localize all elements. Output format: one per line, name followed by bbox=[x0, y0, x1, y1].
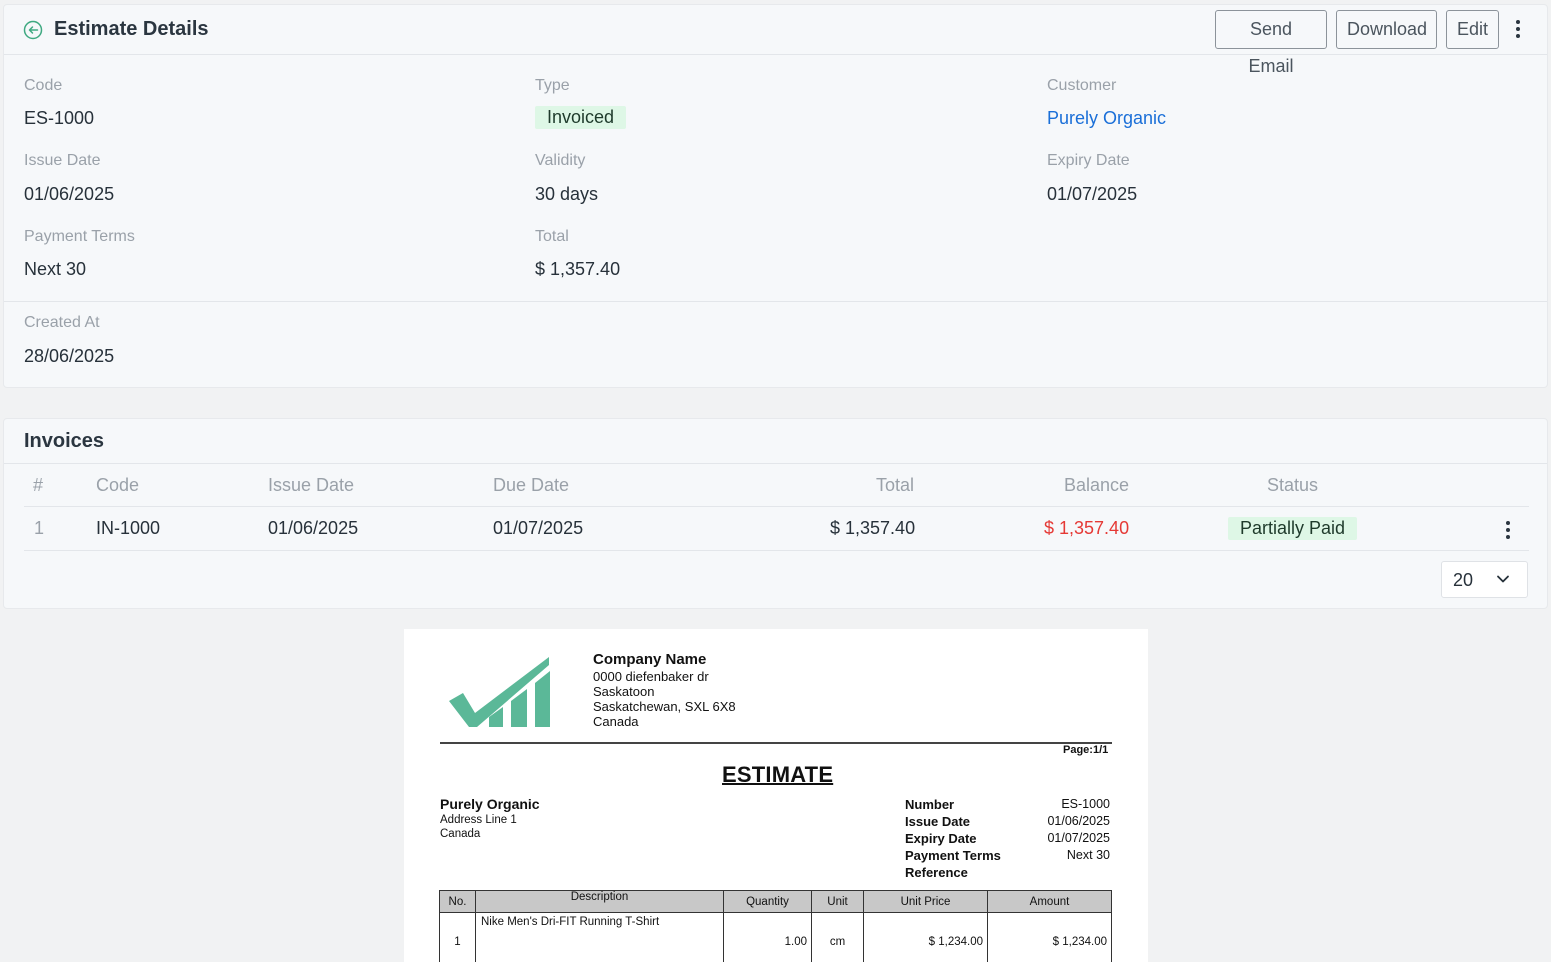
column-header-issue-date: Issue Date bbox=[268, 475, 355, 495]
edit-button[interactable]: Edit bbox=[1446, 10, 1499, 49]
company-address-line: Saskatchewan, SXL 6X8 bbox=[593, 699, 736, 714]
validity-value: 30 days bbox=[535, 184, 599, 204]
customer-label: Customer bbox=[1047, 77, 1117, 94]
meta-issue-date-value: 01/06/2025 bbox=[1047, 814, 1110, 828]
details-header: Estimate Details Send Email Download Edi… bbox=[4, 5, 1547, 76]
expiry-date-value: 01/07/2025 bbox=[1047, 184, 1138, 204]
meta-issue-date-label: Issue Date bbox=[905, 814, 971, 829]
items-header-amount: Amount bbox=[987, 890, 1112, 913]
item-no: 1 bbox=[439, 912, 476, 962]
item-quantity: 1.00 bbox=[723, 912, 812, 962]
bill-to-line: Canada bbox=[440, 828, 481, 840]
invoice-balance: $ 1,357.40 bbox=[1044, 518, 1130, 538]
items-header-description: Description bbox=[475, 890, 724, 913]
items-header-quantity: Quantity bbox=[723, 890, 812, 913]
more-options-icon[interactable] bbox=[1508, 17, 1528, 41]
invoices-card: Invoices # Code Issue Date Due Date Tota… bbox=[3, 418, 1548, 609]
meta-number-label: Number bbox=[905, 797, 955, 812]
row-divider bbox=[24, 550, 1529, 551]
invoices-title: Invoices bbox=[24, 430, 105, 452]
invoice-total: $ 1,357.40 bbox=[830, 518, 916, 538]
meta-payment-terms-label: Payment Terms bbox=[905, 848, 1001, 863]
estimate-details-card: Estimate Details Send Email Download Edi… bbox=[3, 4, 1548, 388]
invoice-due-date: 01/07/2025 bbox=[493, 518, 584, 538]
status-badge: Partially Paid bbox=[1228, 517, 1358, 540]
type-badge: Invoiced bbox=[535, 106, 627, 129]
column-header-due-date: Due Date bbox=[493, 475, 570, 495]
created-at-value: 28/06/2025 bbox=[24, 346, 115, 366]
back-arrow-icon[interactable] bbox=[23, 20, 43, 40]
column-header-balance: Balance bbox=[1064, 475, 1130, 495]
page-size-value: 20 bbox=[1453, 570, 1474, 590]
row-more-options-icon[interactable] bbox=[1498, 518, 1518, 542]
meta-reference-label: Reference bbox=[905, 865, 968, 880]
meta-payment-terms-value: Next 30 bbox=[1066, 848, 1110, 862]
items-header-unit-price: Unit Price bbox=[863, 890, 988, 913]
row-number: 1 bbox=[34, 518, 45, 538]
page-size-select[interactable]: 20 bbox=[1441, 561, 1528, 598]
invoices-header-divider bbox=[4, 463, 1547, 464]
code-label: Code bbox=[24, 77, 63, 94]
column-header-status: Status bbox=[1267, 475, 1319, 495]
estimate-document-preview: Company Name 0000 diefenbaker dr Saskato… bbox=[404, 629, 1148, 962]
column-header-code: Code bbox=[96, 475, 140, 495]
meta-expiry-date-label: Expiry Date bbox=[905, 831, 977, 846]
page-title: Estimate Details bbox=[54, 18, 209, 40]
company-address-line: 0000 diefenbaker dr bbox=[593, 669, 709, 684]
column-header-number: # bbox=[33, 475, 44, 495]
bill-to-line: Address Line 1 bbox=[440, 814, 517, 826]
chevron-down-icon bbox=[1497, 575, 1509, 583]
document-rule bbox=[440, 742, 1112, 744]
invoice-code[interactable]: IN-1000 bbox=[96, 518, 160, 539]
payment-terms-value: Next 30 bbox=[24, 259, 87, 279]
items-row: 1 Nike Men's Dri-FIT Running T-Shirt 1.0… bbox=[439, 912, 1112, 962]
items-header-no: No. bbox=[439, 890, 476, 913]
company-address-line: Canada bbox=[593, 714, 639, 729]
total-value: $ 1,357.40 bbox=[535, 259, 621, 279]
payment-terms-label: Payment Terms bbox=[24, 228, 135, 245]
expiry-date-label: Expiry Date bbox=[1047, 152, 1130, 169]
validity-label: Validity bbox=[535, 152, 586, 169]
company-name: Company Name bbox=[593, 651, 707, 668]
page-number: Page:1/1 bbox=[1063, 744, 1109, 756]
type-label: Type bbox=[535, 77, 570, 94]
issue-date-label: Issue Date bbox=[24, 152, 101, 169]
item-unit: cm bbox=[811, 912, 864, 962]
download-button[interactable]: Download bbox=[1336, 10, 1437, 49]
bill-to-name: Purely Organic bbox=[440, 796, 540, 812]
company-logo bbox=[449, 657, 550, 727]
table-header-divider bbox=[24, 506, 1529, 507]
item-description: Nike Men's Dri-FIT Running T-Shirt bbox=[475, 912, 724, 962]
item-unit-price: $ 1,234.00 bbox=[863, 912, 988, 962]
invoice-issue-date: 01/06/2025 bbox=[268, 518, 359, 538]
items-table: No. Description Quantity Unit Unit Price… bbox=[439, 890, 1112, 962]
details-divider bbox=[4, 301, 1547, 302]
document-title: ESTIMATE bbox=[722, 762, 834, 787]
meta-number-value: ES-1000 bbox=[1061, 797, 1110, 811]
column-header-total: Total bbox=[876, 475, 915, 495]
issue-date-value: 01/06/2025 bbox=[24, 184, 115, 204]
send-email-button[interactable]: Send Email bbox=[1215, 10, 1327, 76]
company-address-line: Saskatoon bbox=[593, 684, 655, 699]
created-at-label: Created At bbox=[24, 314, 100, 331]
items-header-unit: Unit bbox=[811, 890, 864, 913]
code-value: ES-1000 bbox=[24, 108, 95, 128]
total-label: Total bbox=[535, 228, 569, 245]
customer-link[interactable]: Purely Organic bbox=[1047, 108, 1166, 129]
item-amount: $ 1,234.00 bbox=[987, 912, 1112, 962]
meta-expiry-date-value: 01/07/2025 bbox=[1047, 831, 1110, 845]
